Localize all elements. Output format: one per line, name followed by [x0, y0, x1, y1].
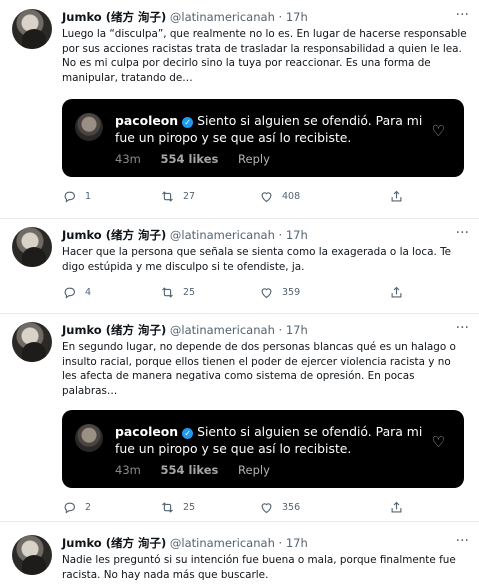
- author-name[interactable]: Jumko (绪方 洵子): [62, 10, 166, 24]
- retweet-count: 27: [183, 191, 196, 202]
- tweet-header: Jumko (绪方 洵子) @latinamericanah · 17h ···: [62, 7, 469, 27]
- embed-username: pacoleon: [115, 113, 179, 128]
- embed-username: pacoleon: [115, 424, 179, 439]
- author-name[interactable]: Jumko (绪方 洵子): [62, 228, 166, 242]
- separator-dot: ·: [278, 10, 283, 24]
- share-button[interactable]: [389, 189, 404, 204]
- author-name[interactable]: Jumko (绪方 洵子): [62, 323, 166, 337]
- tweet-header: Jumko (绪方 洵子) @latinamericanah · 17h ···: [62, 533, 469, 553]
- share-icon: [391, 190, 402, 202]
- reply-icon: [64, 287, 76, 299]
- avatar[interactable]: [12, 535, 52, 575]
- embed-likes: 554 likes: [160, 152, 219, 166]
- tweet-text: En segundo lugar, no depende de dos pers…: [62, 341, 456, 397]
- retweet-button[interactable]: 27: [160, 189, 195, 204]
- embed-reply: Reply: [238, 463, 270, 477]
- reply-count: 1: [85, 191, 92, 202]
- more-options-icon[interactable]: ···: [456, 225, 469, 241]
- tweet-text: Hacer que la persona que señala se sient…: [62, 246, 452, 273]
- tweet-feed: Jumko (绪方 洵子) @latinamericanah · 17h ···…: [0, 0, 479, 585]
- more-options-icon[interactable]: ···: [456, 533, 469, 549]
- tweet-time[interactable]: 17h: [286, 536, 308, 550]
- retweet-button[interactable]: 25: [160, 285, 195, 300]
- like-count: 356: [282, 502, 301, 513]
- verified-badge-icon: ✓: [182, 117, 194, 128]
- avatar[interactable]: [12, 9, 52, 49]
- like-button[interactable]: 408: [259, 189, 300, 204]
- retweet-count: 25: [183, 287, 196, 298]
- embed-reply: Reply: [238, 152, 270, 166]
- retweet-icon: [162, 502, 173, 513]
- like-button[interactable]: 359: [259, 285, 300, 300]
- embedded-comment[interactable]: pacoleon ✓ Siento si alguien se ofendió. P…: [62, 99, 464, 177]
- tweet-actions: 1 27 408: [62, 189, 467, 207]
- embed-likes: 554 likes: [160, 463, 219, 477]
- reply-button[interactable]: 4: [62, 285, 91, 300]
- avatar[interactable]: [12, 227, 52, 267]
- author-handle[interactable]: @latinamericanah: [170, 536, 275, 550]
- reply-count: 4: [85, 287, 92, 298]
- embed-meta: 43m 554 likes Reply: [115, 463, 286, 477]
- tweet-text: Luego la “disculpa”, que realmente no lo…: [62, 28, 467, 84]
- share-button[interactable]: [389, 285, 404, 300]
- like-count: 408: [282, 191, 301, 202]
- tweet[interactable]: Jumko (绪方 洵子) @latinamericanah · 17h ···…: [0, 0, 479, 219]
- embed-time: 43m: [115, 152, 141, 166]
- like-button[interactable]: 356: [259, 500, 300, 515]
- tweet-actions: 4 25 359: [62, 285, 467, 303]
- tweet[interactable]: Jumko (绪方 洵子) @latinamericanah · 17h ···…: [0, 218, 479, 314]
- separator-dot: ·: [278, 228, 283, 242]
- heart-icon: [261, 503, 272, 514]
- heart-icon: [261, 192, 272, 203]
- retweet-button[interactable]: 25: [160, 500, 195, 515]
- author-handle[interactable]: @latinamericanah: [170, 228, 275, 242]
- avatar[interactable]: [12, 322, 52, 362]
- share-button[interactable]: [389, 500, 404, 515]
- reply-icon: [64, 502, 76, 514]
- tweet-actions: 2 25 356: [62, 500, 467, 518]
- heart-icon: [261, 288, 272, 299]
- embed-avatar: [75, 113, 103, 141]
- share-icon: [391, 286, 402, 298]
- heart-outline-icon: ♡: [431, 122, 445, 140]
- tweet-time[interactable]: 17h: [286, 228, 308, 242]
- reply-count: 2: [85, 502, 92, 513]
- more-options-icon[interactable]: ···: [456, 320, 469, 336]
- embedded-comment[interactable]: pacoleon ✓ Siento si alguien se ofendió. P…: [62, 410, 464, 488]
- tweet[interactable]: Jumko (绪方 洵子) @latinamericanah · 17h ···…: [0, 526, 479, 585]
- embed-time: 43m: [115, 463, 141, 477]
- reply-icon: [64, 191, 76, 203]
- author-handle[interactable]: @latinamericanah: [170, 323, 275, 337]
- verified-badge-icon: ✓: [182, 428, 194, 439]
- tweet-time[interactable]: 17h: [286, 323, 308, 337]
- retweet-count: 25: [183, 502, 196, 513]
- separator-dot: ·: [278, 536, 283, 550]
- tweet-header: Jumko (绪方 洵子) @latinamericanah · 17h ···: [62, 225, 469, 245]
- share-icon: [391, 501, 402, 513]
- tweet-text: Nadie les preguntó si su intención fue b…: [62, 554, 456, 581]
- more-options-icon[interactable]: ···: [456, 7, 469, 23]
- embed-text-block: pacoleon ✓ Siento si alguien se ofendió. P…: [115, 112, 425, 146]
- reply-button[interactable]: 2: [62, 500, 91, 515]
- retweet-icon: [162, 287, 173, 298]
- embed-text-block: pacoleon ✓ Siento si alguien se ofendió. P…: [115, 423, 425, 457]
- author-handle[interactable]: @latinamericanah: [170, 10, 275, 24]
- heart-outline-icon: ♡: [431, 433, 445, 451]
- embed-meta: 43m 554 likes Reply: [115, 152, 286, 166]
- like-count: 359: [282, 287, 301, 298]
- tweet[interactable]: Jumko (绪方 洵子) @latinamericanah · 17h ···…: [0, 313, 479, 522]
- tweet-time[interactable]: 17h: [286, 10, 308, 24]
- embed-avatar: [75, 424, 103, 452]
- tweet-header: Jumko (绪方 洵子) @latinamericanah · 17h ···: [62, 320, 469, 340]
- retweet-icon: [162, 191, 173, 202]
- author-name[interactable]: Jumko (绪方 洵子): [62, 536, 166, 550]
- separator-dot: ·: [278, 323, 283, 337]
- reply-button[interactable]: 1: [62, 189, 91, 204]
